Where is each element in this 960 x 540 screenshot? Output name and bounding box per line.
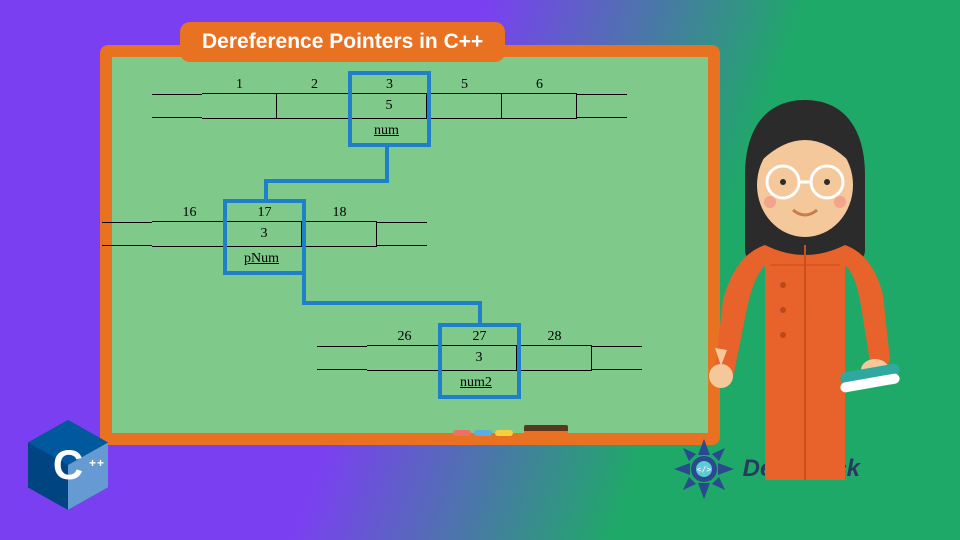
- connector-1c: [264, 179, 268, 201]
- chalk-icon: [474, 430, 492, 436]
- chalkboard: 1 2 3 5 6 5 num 16 17 18 3: [100, 45, 720, 445]
- connector-2b: [302, 301, 482, 305]
- memory-row-num: 1 2 3 5 6 5: [202, 77, 577, 119]
- value-cell: 5: [352, 94, 427, 118]
- connector-1b: [264, 179, 389, 183]
- addr-labels-2: 16 17 18: [152, 205, 377, 221]
- var-label-pnum: pNum: [244, 251, 279, 267]
- addr-labels-3: 26 27 28: [367, 329, 592, 345]
- addr-cell: 16: [152, 205, 227, 221]
- memory-cells-3: 3: [367, 345, 592, 371]
- memory-cells-2: 3: [152, 221, 377, 247]
- chalk-icon: [495, 430, 513, 436]
- teacher-illustration: [675, 90, 935, 480]
- value-cell: 3: [442, 346, 517, 370]
- addr-cell: 1: [202, 77, 277, 93]
- cpp-logo-icon: C + +: [28, 420, 108, 510]
- memory-row-num2: 26 27 28 3: [367, 329, 592, 371]
- addr-cell: 26: [367, 329, 442, 345]
- connector-1: [385, 147, 389, 183]
- page-title: Dereference Pointers in C++: [180, 22, 505, 62]
- addr-cell: 5: [427, 77, 502, 93]
- memory-row-pnum: 16 17 18 3: [152, 205, 377, 247]
- var-label-num: num: [374, 123, 399, 139]
- addr-cell: 28: [517, 329, 592, 345]
- connector-2c: [478, 301, 482, 325]
- addr-labels-1: 1 2 3 5 6: [202, 77, 577, 93]
- addr-cell: 27: [442, 329, 517, 345]
- addr-cell: 18: [302, 205, 377, 221]
- addr-cell: 2: [277, 77, 352, 93]
- chalk-icon: [453, 430, 471, 436]
- addr-cell: 17: [227, 205, 302, 221]
- var-label-num2: num2: [460, 375, 492, 391]
- value-cell: 3: [227, 222, 302, 246]
- addr-cell: 6: [502, 77, 577, 93]
- eraser-icon: [524, 425, 568, 439]
- memory-cells-1: 5: [202, 93, 577, 119]
- addr-cell: 3: [352, 77, 427, 93]
